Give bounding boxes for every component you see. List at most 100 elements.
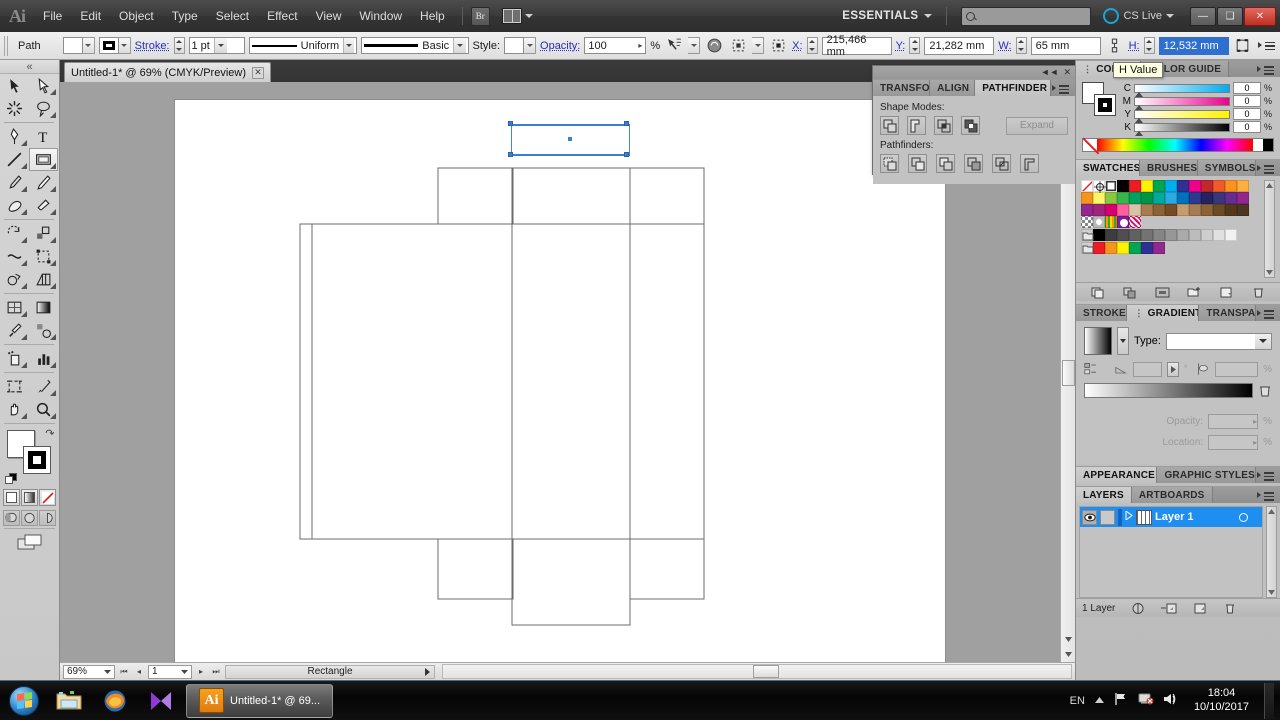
panel-menu-button[interactable] [1256, 63, 1280, 77]
width-tool[interactable] [0, 245, 29, 268]
start-button[interactable] [2, 683, 46, 719]
previous-artboard-button[interactable]: ◂ [133, 665, 145, 679]
swatch-options-icon[interactable] [1155, 286, 1170, 299]
panel-menu-button[interactable] [1256, 469, 1280, 483]
trim-button[interactable] [908, 154, 927, 173]
swatch-color[interactable] [1165, 180, 1177, 192]
swatch-color[interactable] [1165, 192, 1177, 204]
swatch-color[interactable] [1201, 192, 1213, 204]
opacity-label[interactable]: Opacity: [540, 40, 580, 52]
gradient-location-input[interactable]: ▸ [1208, 435, 1259, 450]
merge-button[interactable] [936, 154, 955, 173]
swatch-color[interactable] [1225, 204, 1237, 216]
menu-effect[interactable]: Effect [258, 5, 306, 27]
paintbrush-tool[interactable] [0, 171, 29, 194]
tab-artboards[interactable]: ARTBOARDS [1131, 487, 1213, 503]
minus-back-button[interactable] [1020, 154, 1039, 173]
black-value[interactable]: 0 [1233, 121, 1261, 133]
gradient-aspect-input[interactable] [1214, 361, 1259, 377]
chevron-down-icon[interactable] [104, 666, 111, 677]
h-input[interactable]: 12,532 mm [1158, 36, 1229, 55]
fill-swatch[interactable] [62, 37, 83, 54]
taskbar-firefox[interactable] [94, 684, 136, 718]
chevron-down-icon[interactable] [213, 38, 227, 53]
language-indicator[interactable]: EN [1070, 695, 1085, 707]
transform-reference-point[interactable] [768, 36, 788, 55]
black-slider[interactable] [1134, 122, 1230, 136]
swatches-scrollbar[interactable] [1264, 180, 1275, 278]
swatch-color[interactable] [1153, 242, 1165, 254]
swatch-gray[interactable] [1141, 229, 1153, 241]
lasso-tool[interactable] [29, 97, 58, 120]
line-segment-tool[interactable] [0, 148, 29, 171]
swatch-color[interactable] [1213, 204, 1225, 216]
default-fill-stroke-icon[interactable] [4, 473, 18, 486]
reverse-gradient-icon[interactable] [1084, 361, 1098, 377]
symbol-sprayer-tool[interactable] [0, 347, 29, 370]
tab-pathfinder[interactable]: PATHFINDER [975, 80, 1051, 96]
color-mode-button[interactable] [3, 489, 20, 506]
panel-menu-button[interactable] [1051, 82, 1075, 96]
swatch-color[interactable] [1225, 192, 1237, 204]
x-stepper[interactable] [806, 37, 818, 54]
swatch-color[interactable] [1117, 204, 1129, 216]
close-button[interactable]: ✕ [1244, 6, 1276, 26]
tab-swatches[interactable]: SWATCHES [1076, 160, 1140, 176]
swatch-gray[interactable] [1225, 229, 1237, 241]
opacity-flyout-icon[interactable]: ▸ [638, 41, 642, 50]
gradient-angle-dropdown[interactable] [1167, 361, 1179, 377]
magenta-slider[interactable] [1134, 96, 1230, 110]
selected-object-bounding-box[interactable] [508, 121, 630, 157]
exclude-button[interactable] [961, 116, 980, 135]
stroke-dropdown-icon[interactable] [118, 37, 131, 54]
normal-screen-mode-button[interactable] [3, 510, 20, 526]
crop-button[interactable] [964, 154, 983, 173]
flyout-icon[interactable]: ▸ [1253, 438, 1257, 447]
color-spectrum-bar[interactable] [1082, 138, 1274, 152]
menu-help[interactable]: Help [411, 5, 454, 27]
flyout-icon[interactable]: ▸ [1253, 417, 1257, 426]
gradient-type-select[interactable] [1165, 332, 1272, 350]
stroke-weight-combo[interactable]: 1 pt [188, 37, 245, 54]
swatch-color[interactable] [1093, 242, 1105, 254]
panel-menu-button[interactable] [1256, 489, 1280, 503]
swatch-pattern-circle[interactable] [1117, 216, 1129, 228]
gradient-tool[interactable] [29, 296, 58, 319]
delete-swatch-icon[interactable] [1251, 286, 1266, 299]
chevron-down-icon[interactable] [924, 14, 933, 18]
blend-tool[interactable] [29, 319, 58, 342]
panel-menu-icon[interactable] [1258, 39, 1276, 53]
transform-again-icon[interactable] [1233, 36, 1253, 55]
yellow-slider[interactable] [1134, 109, 1230, 123]
stroke-profile-combo[interactable]: Uniform [248, 37, 357, 54]
control-bar-menu[interactable] [1258, 39, 1280, 53]
swatch-color[interactable] [1177, 204, 1189, 216]
layer-target-indicator[interactable] [1239, 512, 1248, 522]
layer-row[interactable]: Layer 1 [1080, 507, 1262, 527]
document-tab[interactable]: Untitled-1* @ 69% (CMYK/Preview) ✕ [64, 62, 271, 82]
hand-tool[interactable] [0, 398, 29, 421]
swatch-gray[interactable] [1201, 229, 1213, 241]
menu-file[interactable]: File [34, 5, 71, 27]
unite-button[interactable] [880, 116, 899, 135]
perspective-grid-tool[interactable] [29, 268, 58, 291]
full-screen-menubar-mode-button[interactable] [21, 510, 38, 526]
swatch-color[interactable] [1177, 180, 1189, 192]
mesh-tool[interactable] [0, 296, 29, 319]
free-transform-tool[interactable] [29, 245, 58, 268]
swatch-color[interactable] [1141, 242, 1153, 254]
constrain-proportions-icon[interactable] [1105, 36, 1125, 55]
brush-definition-combo[interactable]: Basic [360, 37, 469, 54]
tab-transform[interactable]: TRANSFORM [873, 80, 931, 96]
swatch-pattern-diag[interactable] [1129, 216, 1141, 228]
status-info-display[interactable]: Rectangle [225, 664, 435, 679]
h-stepper[interactable] [1143, 37, 1155, 54]
selection-handle-tr[interactable] [624, 121, 629, 126]
tab-align[interactable]: ALIGN [930, 80, 976, 96]
swatch-gray[interactable] [1213, 229, 1225, 241]
swatch-color[interactable] [1213, 180, 1225, 192]
swatch-gray[interactable] [1153, 229, 1165, 241]
y-input[interactable]: 21,282 mm [924, 36, 995, 55]
swatch-gray[interactable] [1177, 229, 1189, 241]
slice-tool[interactable] [29, 375, 58, 398]
